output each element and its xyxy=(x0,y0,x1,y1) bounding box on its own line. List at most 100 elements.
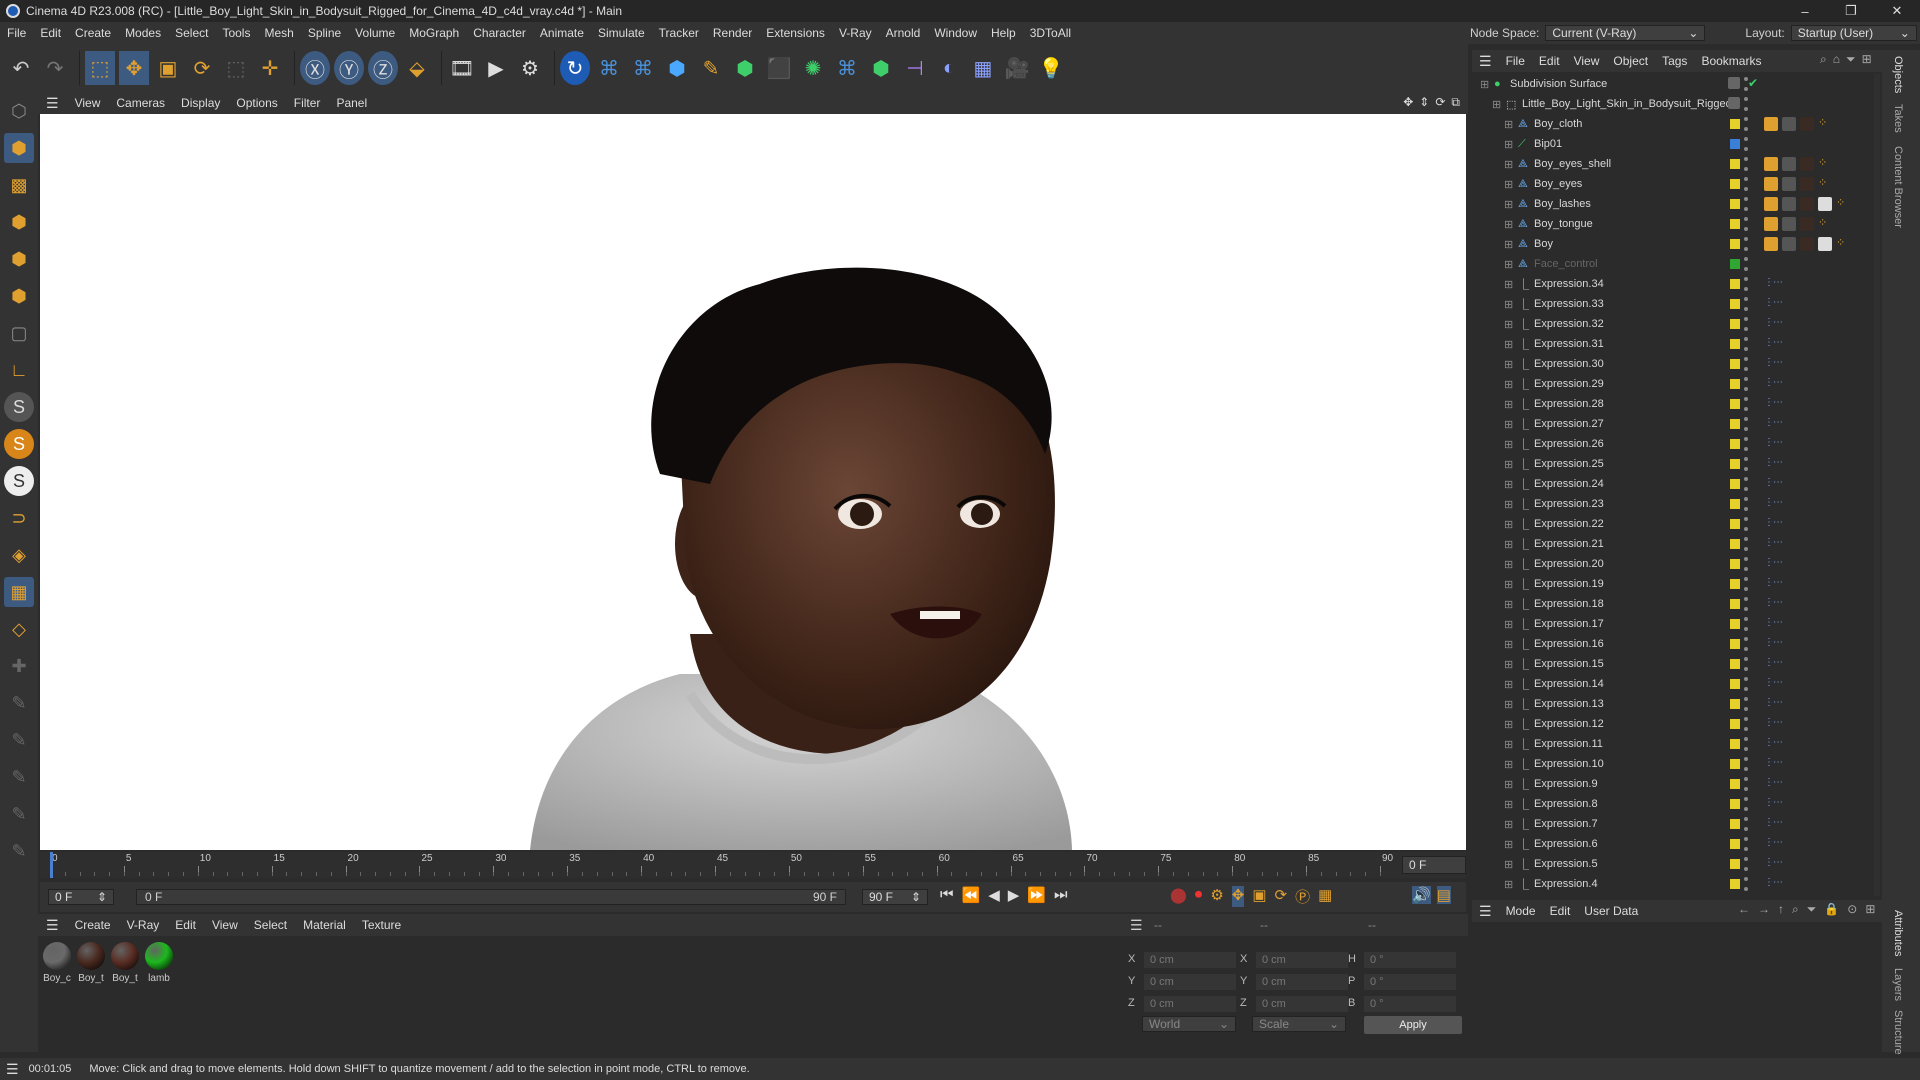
go-to-start-icon[interactable]: ⏮ xyxy=(940,886,954,904)
attribute-menu-mode[interactable]: Mode xyxy=(1499,904,1543,918)
object-name[interactable]: Expression.18 xyxy=(1534,598,1604,610)
texture-mode-icon[interactable]: ▩ xyxy=(4,170,34,200)
next-key-icon[interactable]: ⏩ xyxy=(1027,886,1046,904)
side-tab-content-browser[interactable]: Content Browser xyxy=(1892,146,1904,228)
pose-morph-tag-icon[interactable]: ⋮⋯ xyxy=(1764,617,1783,628)
editor-visibility-dot[interactable] xyxy=(1744,677,1748,681)
visibility-dots[interactable] xyxy=(1744,797,1748,811)
render-visibility-dot[interactable] xyxy=(1744,627,1748,631)
material-tag-icon[interactable] xyxy=(1764,217,1778,231)
go-to-end-icon[interactable]: ⏭ xyxy=(1054,886,1068,904)
material-tag-icon[interactable] xyxy=(1782,157,1796,171)
settings-icon[interactable]: ⊙ xyxy=(1847,902,1857,917)
visibility-dots[interactable] xyxy=(1744,477,1748,491)
object-row[interactable]: ⊞ ⟁ Boy_tongue ⁘ xyxy=(1472,214,1882,234)
node-space-dropdown[interactable]: Current (V-Ray) ⌄ xyxy=(1545,25,1706,41)
object-name[interactable]: Expression.26 xyxy=(1534,438,1604,450)
layer-color-tag[interactable] xyxy=(1730,699,1740,709)
visibility-dots[interactable] xyxy=(1744,337,1748,351)
x-axis-icon[interactable]: Ⓧ xyxy=(300,51,330,85)
uv-mode-icon[interactable]: ▢ xyxy=(4,318,34,348)
new-window-icon[interactable]: ⊞ xyxy=(1862,52,1872,67)
menu-render[interactable]: Render xyxy=(706,26,759,40)
object-name[interactable]: Boy xyxy=(1534,238,1553,250)
material-tag-icon[interactable] xyxy=(1782,197,1796,211)
object-row[interactable]: ⊞ ⎿ Expression.25 ⋮⋯ xyxy=(1472,454,1882,474)
object-row[interactable]: ⊞ ⎿ Expression.20 ⋮⋯ xyxy=(1472,554,1882,574)
pose-morph-tag-icon[interactable]: ⋮⋯ xyxy=(1764,637,1783,648)
menu-volume[interactable]: Volume xyxy=(348,26,402,40)
side-tab-layers[interactable]: Layers xyxy=(1892,968,1904,1001)
object-row[interactable]: ⊞ ⟁ Boy_eyes_shell ⁘ xyxy=(1472,154,1882,174)
mograph-icon[interactable]: ⬢ xyxy=(866,51,896,85)
editor-visibility-dot[interactable] xyxy=(1744,577,1748,581)
pose-morph-tag-icon[interactable]: ⋮⋯ xyxy=(1764,697,1783,708)
visibility-dots[interactable] xyxy=(1744,617,1748,631)
visibility-dots[interactable] xyxy=(1744,237,1748,251)
expand-toggle-icon[interactable]: ⊞ xyxy=(1504,398,1513,411)
expand-toggle-icon[interactable]: ⊞ xyxy=(1504,238,1513,251)
pose-morph-tag-icon[interactable]: ⋮⋯ xyxy=(1764,337,1783,348)
pos-x-field[interactable]: 0 cm xyxy=(1144,952,1236,968)
layer-color-tag[interactable] xyxy=(1730,779,1740,789)
polygons-mode-icon[interactable]: ⬢ xyxy=(4,281,34,311)
workplane-icon[interactable]: ◈ xyxy=(4,540,34,570)
attribute-menu-user-data[interactable]: User Data xyxy=(1577,904,1645,918)
render-visibility-dot[interactable] xyxy=(1744,747,1748,751)
layer-color-tag[interactable] xyxy=(1730,139,1740,149)
object-name[interactable]: Expression.13 xyxy=(1534,698,1604,710)
visibility-dots[interactable] xyxy=(1744,557,1748,571)
toggle-layout-icon[interactable]: ⧉ xyxy=(1451,95,1460,110)
layer-color-tag[interactable] xyxy=(1730,599,1740,609)
viewport-menu-view[interactable]: View xyxy=(67,96,109,110)
menu-animate[interactable]: Animate xyxy=(533,26,591,40)
pose-morph-tag-icon[interactable]: ⋮⋯ xyxy=(1764,537,1783,548)
editor-visibility-dot[interactable] xyxy=(1744,277,1748,281)
pose-icon[interactable]: ✎ xyxy=(4,762,34,792)
sound-icon[interactable]: 🔊 xyxy=(1412,886,1431,904)
object-row[interactable]: ⊞ ⎿ Expression.15 ⋮⋯ xyxy=(1472,654,1882,674)
move-view-icon[interactable]: ✥ xyxy=(1403,95,1413,110)
expand-toggle-icon[interactable]: ⊞ xyxy=(1492,98,1501,111)
expand-toggle-icon[interactable]: ⊞ xyxy=(1504,338,1513,351)
z-axis-icon[interactable]: Ⓩ xyxy=(368,51,398,85)
filter-icon[interactable]: ⏷ xyxy=(1846,52,1856,67)
coordinate-system-dropdown[interactable]: World ⌄ xyxy=(1142,1016,1236,1032)
visibility-dots[interactable] xyxy=(1744,97,1748,111)
pose-morph-tag-icon[interactable]: ⋮⋯ xyxy=(1764,757,1783,768)
expand-toggle-icon[interactable]: ⊞ xyxy=(1504,518,1513,531)
expand-toggle-icon[interactable]: ⊞ xyxy=(1504,878,1513,891)
object-row[interactable]: ⊞ ⎿ Expression.30 ⋮⋯ xyxy=(1472,354,1882,374)
layer-color-tag[interactable] xyxy=(1730,839,1740,849)
menu-spline[interactable]: Spline xyxy=(301,26,348,40)
layer-color-tag[interactable] xyxy=(1730,179,1740,189)
object-row[interactable]: ⊞ ⎿ Expression.7 ⋮⋯ xyxy=(1472,814,1882,834)
object-name[interactable]: Expression.30 xyxy=(1534,358,1604,370)
visibility-dots[interactable] xyxy=(1744,217,1748,231)
object-name[interactable]: Expression.7 xyxy=(1534,818,1598,830)
layer-color-tag[interactable] xyxy=(1730,359,1740,369)
editor-visibility-dot[interactable] xyxy=(1744,97,1748,101)
layer-color-tag[interactable] xyxy=(1730,439,1740,449)
object-name[interactable]: Expression.17 xyxy=(1534,618,1604,630)
size-x-field[interactable]: 0 cm xyxy=(1256,952,1348,968)
object-row[interactable]: ⊞ ⎿ Expression.22 ⋮⋯ xyxy=(1472,514,1882,534)
layer-color-tag[interactable] xyxy=(1730,299,1740,309)
maximize-button[interactable]: ❐ xyxy=(1828,0,1874,22)
render-visibility-dot[interactable] xyxy=(1744,687,1748,691)
checkmark-icon[interactable]: ✔ xyxy=(1748,76,1758,90)
render-settings-icon[interactable]: ⚙ xyxy=(515,51,545,85)
layer-color-tag[interactable] xyxy=(1730,579,1740,589)
3d-viewport[interactable] xyxy=(40,114,1466,850)
material-swatch[interactable]: Boy_t xyxy=(110,942,140,988)
minimize-button[interactable]: – xyxy=(1782,0,1828,22)
object-row[interactable]: ⊞ ⎿ Expression.26 ⋮⋯ xyxy=(1472,434,1882,454)
material-menu-edit[interactable]: Edit xyxy=(167,918,204,932)
editor-visibility-dot[interactable] xyxy=(1744,857,1748,861)
menu-v-ray[interactable]: V-Ray xyxy=(832,26,879,40)
field-icon[interactable]: ◐ xyxy=(934,51,964,85)
render-visibility-dot[interactable] xyxy=(1744,147,1748,151)
menu-mograph[interactable]: MoGraph xyxy=(402,26,466,40)
apply-button[interactable]: Apply xyxy=(1364,1016,1462,1034)
layer-color-tag[interactable] xyxy=(1730,319,1740,329)
